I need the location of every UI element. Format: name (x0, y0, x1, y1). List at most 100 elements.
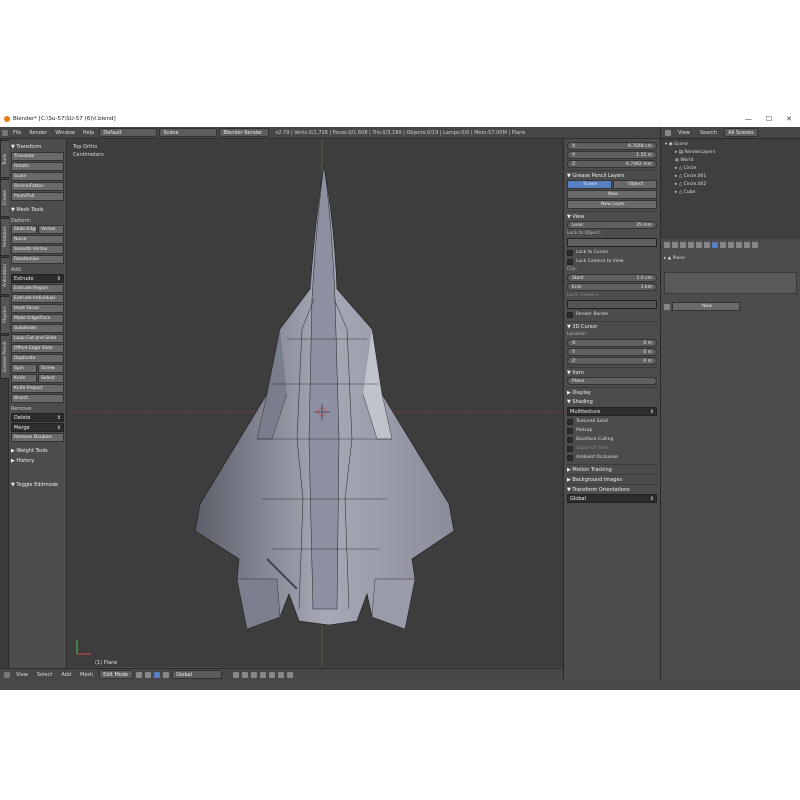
delete-dropdown[interactable]: Delete ⇕ (11, 413, 64, 422)
y-field[interactable]: Y: 1.55 m (567, 151, 657, 159)
object-tab-icon[interactable] (696, 242, 702, 248)
mode-select[interactable]: Edit Mode (99, 670, 134, 679)
snap-icon[interactable] (287, 671, 294, 678)
subdivide-button[interactable]: Subdivide (11, 324, 64, 333)
outliner-filter-select[interactable]: All Scenes (724, 128, 759, 137)
x-field[interactable]: X: 8.7648 cm (567, 142, 657, 150)
loop-cut-button[interactable]: Loop Cut and Slide (11, 334, 64, 343)
spin-button[interactable]: Spin (11, 364, 37, 373)
material-tab-icon[interactable] (728, 242, 734, 248)
close-button[interactable]: ✕ (786, 115, 792, 123)
screw-button[interactable]: Screw (38, 364, 64, 373)
lock-camera-checkbox[interactable]: Lock Camera to View (567, 257, 657, 266)
new-layer-button[interactable]: New Layer (567, 200, 657, 209)
outliner-item-world[interactable]: ◍ World (665, 157, 796, 165)
backface-culling-checkbox[interactable]: Backface Culling (567, 435, 657, 444)
rotate-button[interactable]: Rotate (11, 162, 64, 171)
vertex-select-icon[interactable] (242, 671, 249, 678)
lock-object-field[interactable] (567, 238, 657, 247)
constraints-tab-icon[interactable] (704, 242, 710, 248)
render-engine-select[interactable]: Blender Render (219, 128, 270, 137)
orientation-dropdown[interactable]: Global ⇕ (567, 494, 657, 503)
merge-dropdown[interactable]: Merge ⇕ (11, 423, 64, 432)
clip-end-field[interactable]: End: 1 km (567, 283, 657, 291)
ambient-occlusion-checkbox[interactable]: Ambient Occlusion (567, 453, 657, 462)
gp-new-button[interactable]: New (567, 190, 657, 199)
proportional-edit-icon[interactable] (278, 671, 285, 678)
cursor-z-field[interactable]: Z: 0 m (567, 357, 657, 365)
particles-tab-icon[interactable] (744, 242, 750, 248)
menu-add[interactable]: Add (58, 672, 74, 678)
pivot-icon[interactable] (145, 671, 152, 678)
randomize-button[interactable]: Randomize (11, 255, 64, 264)
render-tab-icon[interactable] (664, 242, 670, 248)
scene-select[interactable]: Scene (159, 128, 218, 137)
push-pull-button[interactable]: Push/Pull (11, 192, 64, 201)
outliner-search-menu[interactable]: Search (697, 130, 720, 136)
minimize-button[interactable]: — (745, 115, 752, 123)
noise-button[interactable]: Noise (11, 235, 64, 244)
occlude-icon[interactable] (269, 671, 276, 678)
motion-tracking-header[interactable]: ▶ Motion Tracking (567, 464, 657, 474)
outliner-item-circle-002[interactable]: ▸ △ Circle.002 (665, 181, 796, 189)
bisect-button[interactable]: Bisect (11, 394, 64, 403)
cursor-y-field[interactable]: Y: 0 m (567, 348, 657, 356)
lock-cursor-checkbox[interactable]: Lock to Cursor (567, 248, 657, 257)
layer-icon[interactable] (233, 671, 240, 678)
offset-edge-slide-button[interactable]: Offset Edge Slide (11, 344, 64, 353)
extrude-dropdown[interactable]: Extrude ⇕ (11, 274, 64, 283)
menu-render[interactable]: Render (26, 130, 50, 136)
orientation-select[interactable]: Global (172, 670, 223, 679)
lens-field[interactable]: Lens: 35 mm (567, 221, 657, 229)
manipulator-icon[interactable] (154, 671, 161, 678)
knife-button[interactable]: Knife (11, 374, 37, 383)
grease-pencil-header[interactable]: ▼ Grease Pencil Layers (567, 170, 657, 180)
3d-cursor-header[interactable]: ▼ 3D Cursor (567, 321, 657, 331)
outliner-item-cube[interactable]: ▸ △ Cube (665, 189, 796, 197)
make-edge-face-button[interactable]: Make Edge/Face (11, 314, 64, 323)
shrink-fatten-button[interactable]: Shrink/Fatten (11, 182, 64, 191)
extrude-individual-button[interactable]: Extrude Individual (11, 294, 64, 303)
scale-button[interactable]: Scale (11, 172, 64, 181)
history-header[interactable]: ▶ History (11, 456, 64, 466)
z-field[interactable]: Z: 6.7462 mm (567, 160, 657, 168)
edge-select-icon[interactable] (251, 671, 258, 678)
clip-start-field[interactable]: Start: 1.0 cm (567, 274, 657, 282)
menu-view[interactable]: View (13, 672, 31, 678)
display-header[interactable]: ▶ Display (567, 387, 657, 397)
gp-object-tab[interactable]: Object (612, 180, 657, 189)
remove-doubles-button[interactable]: Remove Doubles (11, 433, 64, 442)
menu-select[interactable]: Select (34, 672, 55, 678)
local-camera-field[interactable] (567, 300, 657, 309)
3d-viewport[interactable]: Top Ortho Centimeters (1) Plane (67, 139, 563, 667)
outliner-item-scene[interactable]: ▾ ◉ Scene (665, 141, 796, 149)
outliner-item-circle-001[interactable]: ▸ △ Circle.001 (665, 173, 796, 181)
layers-tab-icon[interactable] (672, 242, 678, 248)
shading-header[interactable]: ▼ Shading (567, 397, 657, 407)
translate-button[interactable]: Translate (11, 152, 64, 161)
modifiers-tab-icon[interactable] (712, 242, 718, 248)
extrude-region-button[interactable]: Extrude Region (11, 284, 64, 293)
outliner-item-renderlayers[interactable]: ▸ ▤ RenderLayers (665, 149, 796, 157)
inset-faces-button[interactable]: Inset Faces (11, 304, 64, 313)
menu-help[interactable]: Help (80, 130, 97, 136)
weight-tools-header[interactable]: ▶ Weight Tools (11, 446, 64, 456)
data-tab-icon[interactable] (720, 242, 726, 248)
propeditor-new-button[interactable]: New (672, 302, 740, 311)
item-header[interactable]: ▼ Item (567, 367, 657, 377)
depth-of-field-checkbox[interactable]: Depth Of Field (567, 444, 657, 453)
cursor-x-field[interactable]: X: 0 m (567, 339, 657, 347)
modifier-list-area[interactable] (664, 272, 797, 294)
shading-mode-select[interactable]: Multitexture ⇕ (567, 407, 657, 416)
gp-scene-tab[interactable]: Scene (567, 180, 612, 189)
texture-tab-icon[interactable] (736, 242, 742, 248)
browse-icon[interactable] (664, 303, 670, 310)
menu-mesh[interactable]: Mesh (77, 672, 96, 678)
viewport-canvas[interactable] (67, 139, 563, 667)
scene-tab-icon[interactable] (680, 242, 686, 248)
transform-orientations-header[interactable]: ▼ Transform Orientations (567, 484, 657, 494)
physics-tab-icon[interactable] (752, 242, 758, 248)
outliner-item-circle[interactable]: ▸ △ Circle (665, 165, 796, 173)
vertex-button[interactable]: Vertex (38, 225, 64, 234)
knife-project-button[interactable]: Knife Project (11, 384, 64, 393)
